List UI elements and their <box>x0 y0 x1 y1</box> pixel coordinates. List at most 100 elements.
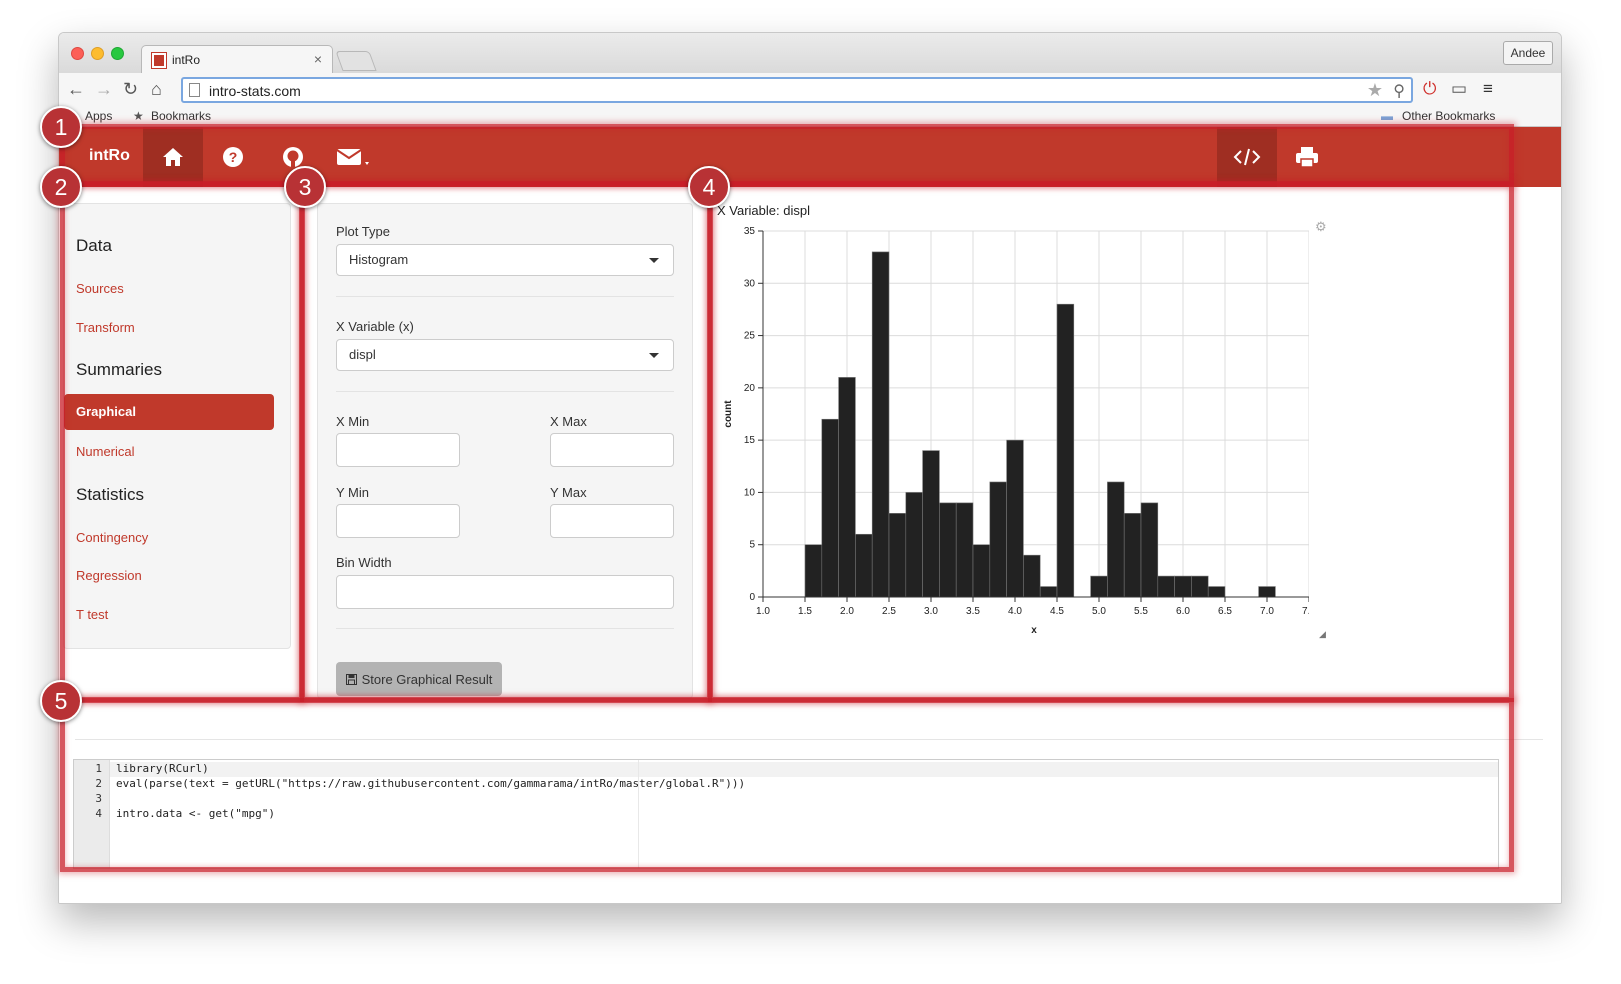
nav-contact[interactable] <box>323 127 383 187</box>
page-icon <box>189 83 200 97</box>
annotation-badge-3: 3 <box>284 166 326 208</box>
menu-icon[interactable]: ≡ <box>1483 79 1493 99</box>
printer-icon <box>1296 147 1318 168</box>
nav-code-toggle[interactable] <box>1217 127 1277 187</box>
minimize-window-icon[interactable] <box>91 47 104 60</box>
tab-close-icon[interactable]: × <box>314 51 322 67</box>
y-tick-label: 10 <box>744 487 756 498</box>
nav-help[interactable]: ? <box>203 127 263 187</box>
question-circle-icon: ? <box>223 147 243 167</box>
sidebar-item-regression[interactable]: Regression <box>76 568 142 583</box>
y-tick-label: 35 <box>744 226 756 237</box>
svg-text:?: ? <box>229 149 238 165</box>
home-browser-icon[interactable]: ⌂ <box>151 79 162 99</box>
nav-home[interactable] <box>143 127 203 187</box>
sidebar-item-transform[interactable]: Transform <box>76 320 135 335</box>
tab-title: intRo <box>172 53 201 67</box>
search-icon[interactable]: ⚲ <box>1393 81 1405 101</box>
reload-icon[interactable]: ↻ <box>123 79 138 99</box>
home-icon <box>163 148 183 166</box>
store-graphical-result-button[interactable]: Store Graphical Result <box>336 662 502 696</box>
histogram-bar <box>955 502 974 598</box>
bin-width-label: Bin Width <box>336 555 392 570</box>
x-tick-label: 2.5 <box>882 606 896 617</box>
x-tick-label: 1.0 <box>756 606 770 617</box>
y-max-input[interactable] <box>550 504 674 538</box>
annotation-badge-5: 5 <box>40 680 82 722</box>
app-brand[interactable]: intRo <box>89 147 130 165</box>
resize-handle-icon[interactable]: ◢ <box>1319 629 1326 640</box>
bookmark-star-icon[interactable]: ★ <box>1367 80 1383 101</box>
x-tick-label: 5.0 <box>1092 606 1106 617</box>
other-bookmarks[interactable]: Other Bookmarks <box>1402 109 1495 123</box>
annotation-badge-4: 4 <box>688 166 730 208</box>
sidebar-item-numerical[interactable]: Numerical <box>76 444 135 459</box>
x-variable-value: displ <box>349 347 376 362</box>
save-icon <box>345 673 357 685</box>
y-min-input[interactable] <box>336 504 460 538</box>
y-tick-label: 5 <box>749 540 755 551</box>
plot-title: X Variable: displ <box>717 203 810 218</box>
plot-type-select[interactable]: Histogram <box>336 244 674 276</box>
histogram-bar <box>804 544 823 598</box>
line-number: 1 <box>95 762 102 775</box>
y-tick-label: 20 <box>744 383 756 394</box>
sidebar: Data Sources Transform Summaries Graphic… <box>63 203 291 649</box>
histogram-chart: 1.0 1.5 2.0 2.5 3.0 3.5 4.0 4.5 5.0 5.5 6.0 6.5 7.0 7… <box>723 226 1309 636</box>
new-tab-button[interactable] <box>335 51 377 71</box>
x-axis-label: x <box>1031 625 1037 636</box>
histogram-bar <box>1023 554 1041 598</box>
code-editor[interactable]: 1 2 3 4 library(RCurl) eval(parse(text =… <box>73 759 1499 869</box>
apps-bookmark[interactable]: Apps <box>85 109 112 123</box>
x-tick-label: 4.5 <box>1050 606 1064 617</box>
y-max-label: Y Max <box>550 485 587 500</box>
bin-width-input[interactable] <box>336 575 674 609</box>
sidebar-item-contingency[interactable]: Contingency <box>76 530 148 545</box>
bookmarks-bookmark[interactable]: Bookmarks <box>151 109 211 123</box>
browser-window: intRo × Andee ← → ↻ ⌂ intro-stats.com ★ … <box>58 32 1562 904</box>
x-tick-label: 3.0 <box>924 606 938 617</box>
line-number: 2 <box>95 777 102 790</box>
x-variable-select[interactable]: displ <box>336 339 674 371</box>
favicon-icon <box>151 52 167 69</box>
sidebar-item-sources[interactable]: Sources <box>76 281 124 296</box>
x-tick-label: 7.5 <box>1302 606 1309 617</box>
store-button-label: Store Graphical Result <box>361 671 493 687</box>
code-line: eval(parse(text = getURL("https://raw.gi… <box>116 777 746 790</box>
code-line: intro.data <- get("mpg") <box>116 807 275 820</box>
zoom-window-icon[interactable] <box>111 47 124 60</box>
x-tick-label: 6.0 <box>1176 606 1190 617</box>
forward-arrow-icon[interactable]: → <box>95 79 113 99</box>
x-tick-label: 4.0 <box>1008 606 1022 617</box>
histogram-bar <box>838 377 856 598</box>
nav-print[interactable] <box>1277 127 1337 187</box>
histogram-bar <box>1140 502 1159 598</box>
back-arrow-icon[interactable]: ← <box>67 79 85 99</box>
extension-stop-icon[interactable]: ⏻ <box>1423 79 1436 99</box>
cast-icon[interactable]: ▭ <box>1451 79 1467 99</box>
close-window-icon[interactable] <box>71 47 84 60</box>
histogram-bar <box>871 251 890 598</box>
app-content: Data Sources Transform Summaries Graphic… <box>59 187 1561 903</box>
screenshot-page: intRo × Andee ← → ↻ ⌂ intro-stats.com ★ … <box>0 0 1621 984</box>
user-profile-button[interactable]: Andee <box>1503 41 1553 65</box>
y-tick-label: 30 <box>744 278 756 289</box>
sidebar-item-t-test[interactable]: T test <box>76 607 108 622</box>
sidebar-heading-statistics: Statistics <box>76 485 145 504</box>
y-tick-label: 15 <box>744 435 756 446</box>
plot-area: X Variable: displ ⚙ 1.0 1.5 2.0 2.5 3.0 3.5 4.… <box>709 201 1349 661</box>
sidebar-item-graphical[interactable]: Graphical <box>64 394 274 430</box>
address-bar[interactable]: intro-stats.com ★ ⚲ <box>181 77 1413 103</box>
x-max-input[interactable] <box>550 433 674 467</box>
x-variable-label: X Variable (x) <box>336 319 414 334</box>
histogram-bar <box>1039 586 1058 598</box>
divider <box>336 296 674 297</box>
histogram-bar <box>922 450 940 598</box>
x-tick-label: 2.0 <box>840 606 854 617</box>
histogram-bar <box>1123 513 1142 598</box>
browser-tab[interactable]: intRo × <box>141 45 333 75</box>
x-min-input[interactable] <box>336 433 460 467</box>
gear-icon[interactable]: ⚙ <box>1315 219 1327 235</box>
histogram-bar <box>855 533 873 598</box>
chevron-down-icon <box>649 258 659 263</box>
